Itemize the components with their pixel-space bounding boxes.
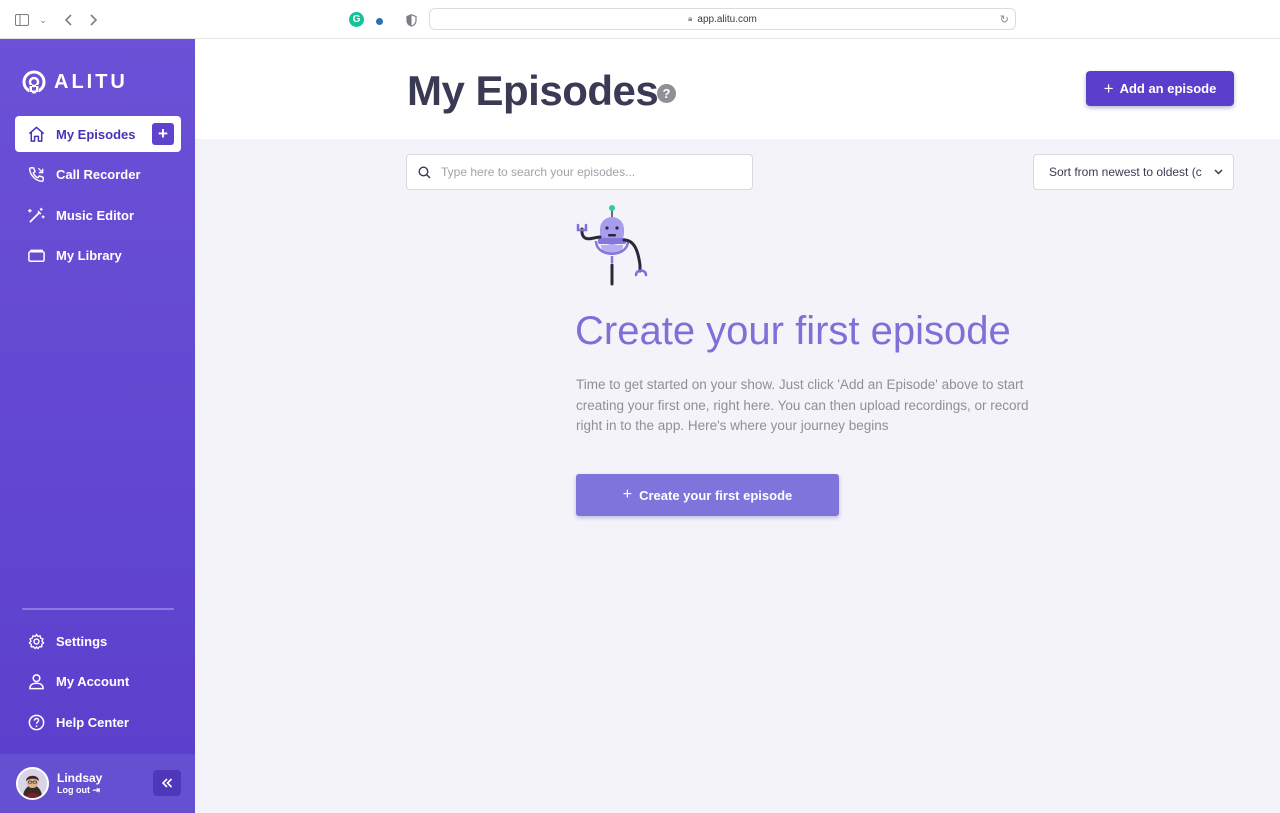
back-arrow-icon[interactable] (58, 10, 78, 30)
sidebar: ALITU My Episodes + Call Recorder Music … (0, 39, 195, 813)
empty-state-title: Create your first episode (575, 309, 1011, 353)
logout-link[interactable]: Log out ⇥ (57, 785, 100, 796)
sidebar-item-label: My Account (56, 673, 130, 689)
wand-icon (27, 207, 45, 223)
address-bar[interactable]: 🔒︎ app.alitu.com ↻ (429, 8, 1016, 30)
add-episode-plus-button[interactable]: + (152, 123, 174, 145)
plus-icon: + (1103, 79, 1114, 98)
add-episode-button[interactable]: + Add an episode (1086, 71, 1234, 106)
chevron-down-icon (1214, 166, 1223, 178)
sidebar-item-my-account[interactable]: My Account (15, 663, 181, 699)
alitu-logo[interactable]: ALITU (22, 70, 128, 94)
sidebar-item-label: Call Recorder (56, 166, 141, 182)
user-panel: Lindsay Log out ⇥ (0, 754, 195, 813)
user-name: Lindsay (57, 771, 103, 785)
page-title: My Episodes (407, 67, 659, 114)
avatar[interactable] (16, 767, 49, 800)
url-text: app.alitu.com (697, 13, 757, 25)
collapse-sidebar-button[interactable] (153, 770, 181, 796)
double-chevron-left-icon (161, 778, 173, 788)
sidebar-item-help-center[interactable]: Help Center (15, 704, 181, 740)
browser-toolbar: ⌄ G 🔒︎ app.alitu.com ↻ (0, 0, 1280, 39)
reload-icon[interactable]: ↻ (1000, 13, 1009, 26)
logo-text: ALITU (54, 70, 128, 93)
page-header: My Episodes ? + Add an episode (195, 39, 1280, 139)
sidebar-item-call-recorder[interactable]: Call Recorder (15, 156, 181, 192)
search-box (406, 154, 753, 190)
sidebar-divider (22, 608, 174, 610)
sidebar-item-label: Music Editor (56, 207, 135, 223)
create-episode-label: Create your first episode (639, 487, 793, 503)
sidebar-item-label: My Library (56, 247, 122, 263)
search-input[interactable] (441, 165, 731, 179)
sidebar-item-label: Help Center (56, 714, 129, 730)
help-badge[interactable]: ? (657, 84, 676, 103)
gear-icon (28, 633, 45, 649)
sort-select[interactable]: Sort from newest to oldest (c (1033, 154, 1234, 190)
lock-icon: 🔒︎ (688, 14, 693, 23)
help-icon (28, 714, 45, 730)
folder-icon (28, 249, 45, 262)
forward-arrow-icon[interactable] (84, 10, 104, 30)
sort-value: Sort from newest to oldest (c (1049, 165, 1202, 179)
plus-icon: + (622, 486, 633, 503)
logout-icon: ⇥ (92, 785, 101, 795)
sidebar-item-label: Settings (56, 633, 108, 649)
sidebar-item-settings[interactable]: Settings (15, 623, 181, 659)
chevron-down-icon[interactable]: ⌄ (33, 10, 53, 30)
grammarly-extension-icon[interactable]: G (349, 12, 364, 27)
home-icon (28, 126, 45, 142)
logout-label: Log out (57, 785, 90, 795)
sidebar-item-music-editor[interactable]: Music Editor (15, 197, 181, 233)
empty-state-description: Time to get started on your show. Just c… (576, 377, 1029, 433)
phone-icon (28, 166, 44, 182)
search-icon (418, 165, 431, 178)
shield-icon[interactable] (401, 10, 421, 30)
create-first-episode-button[interactable]: + Create your first episode (576, 474, 839, 516)
sidebar-item-my-episodes[interactable]: My Episodes + (15, 116, 181, 152)
user-icon (29, 673, 44, 689)
extension-badge-icon[interactable] (376, 18, 383, 25)
sidebar-item-label: My Episodes (56, 126, 136, 142)
sidebar-item-my-library[interactable]: My Library (15, 237, 181, 273)
sidebar-toggle-icon[interactable] (12, 10, 32, 30)
microphone-robot-illustration (576, 205, 648, 286)
alitu-logo-icon (22, 70, 46, 94)
add-episode-label: Add an episode (1119, 81, 1217, 96)
